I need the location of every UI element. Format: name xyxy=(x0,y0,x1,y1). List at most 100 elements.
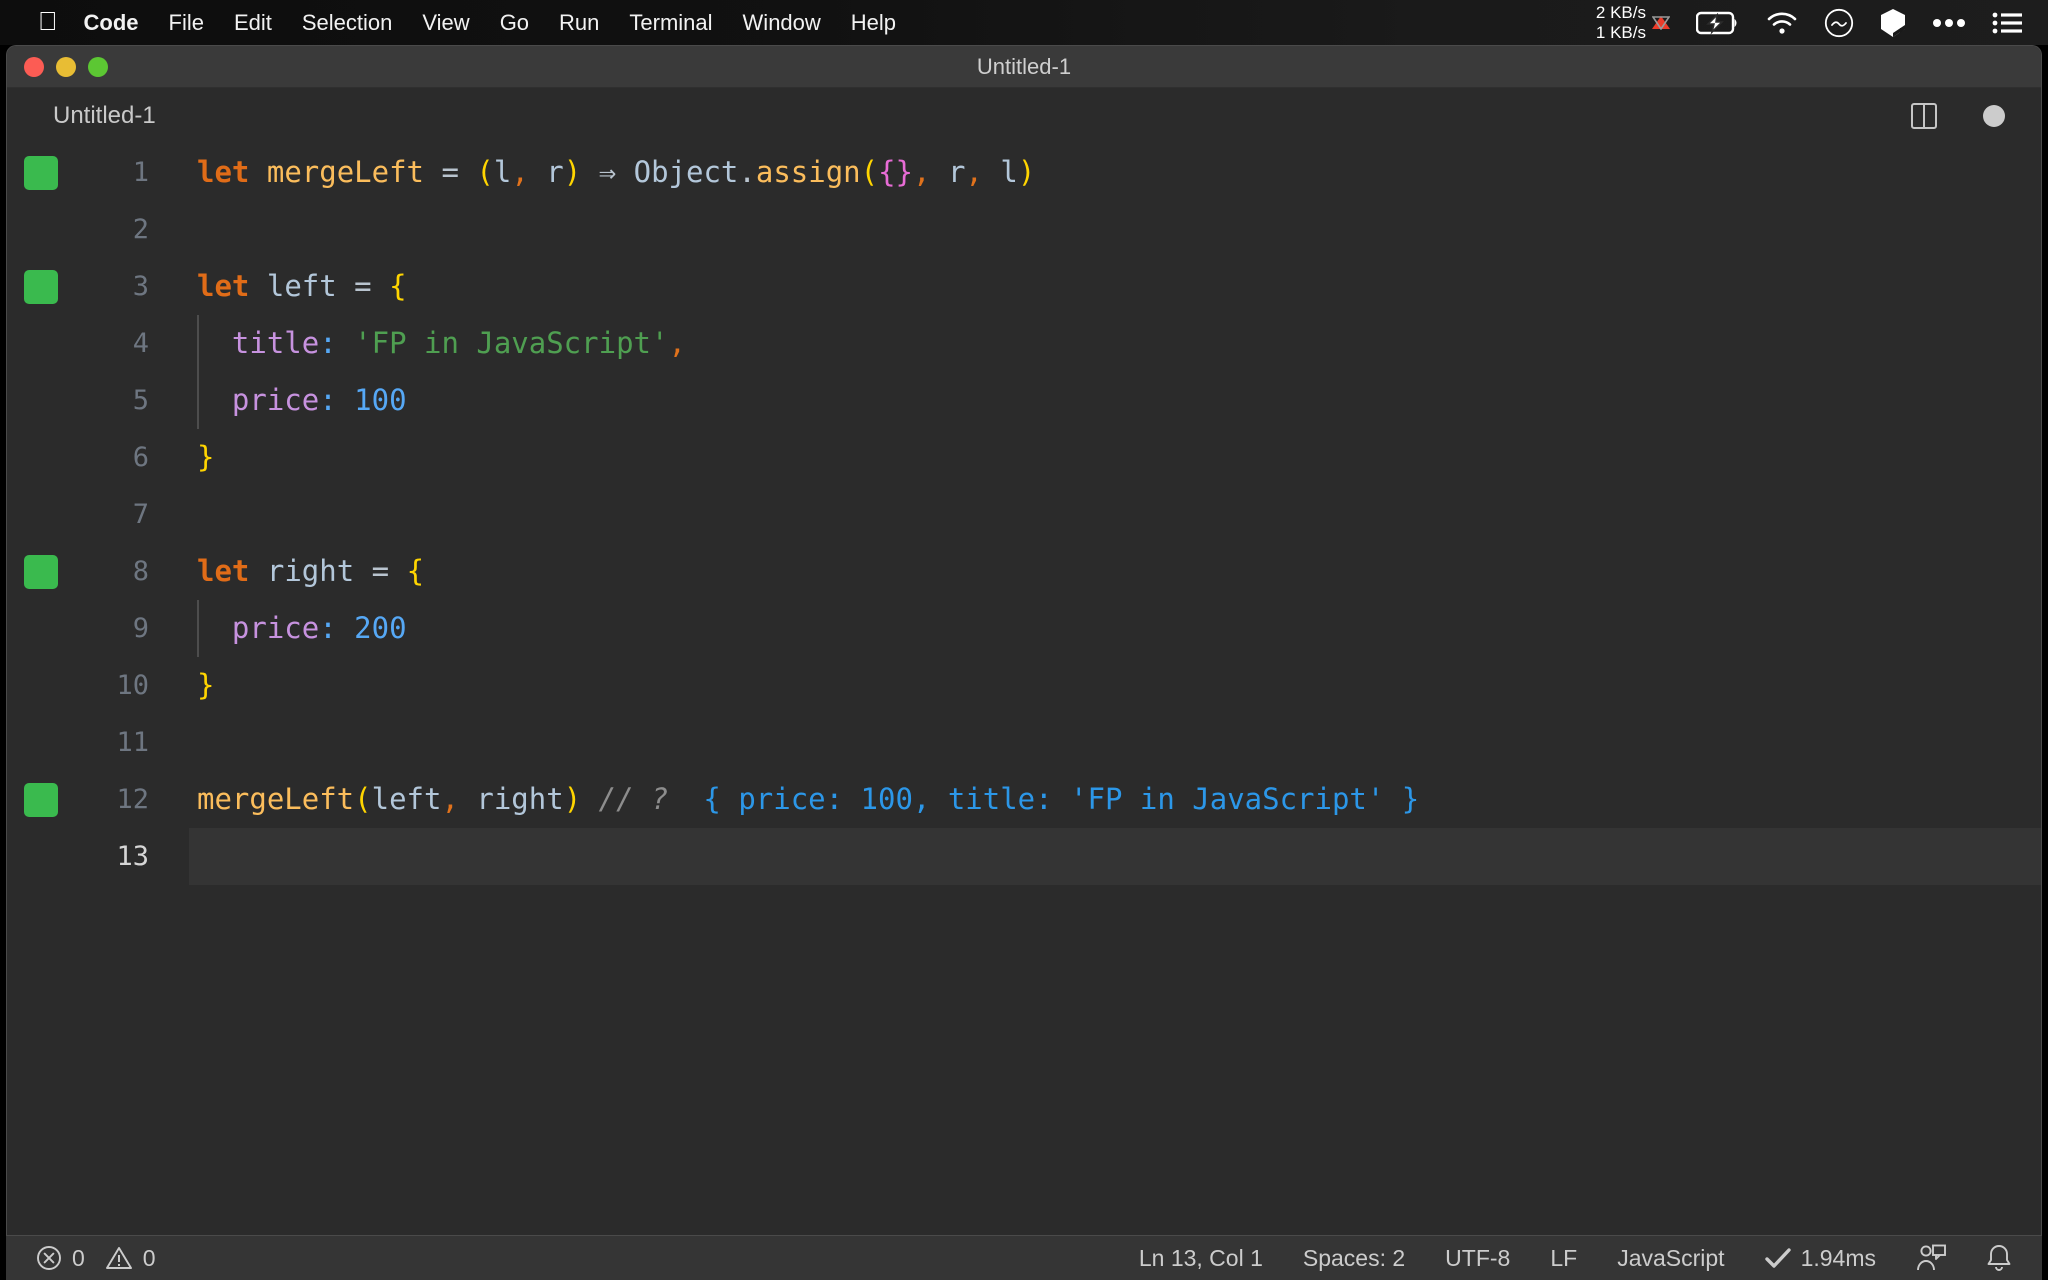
line-code: title: 'FP in JavaScript', xyxy=(197,315,686,372)
code-token: r xyxy=(947,155,966,189)
editor-line[interactable]: 10} xyxy=(7,657,2041,714)
split-editor-icon[interactable] xyxy=(1911,102,1937,129)
code-token: ⇒ xyxy=(598,155,617,189)
editor-line[interactable]: 11 xyxy=(7,714,2041,771)
unsaved-dot-icon[interactable] xyxy=(1983,104,2005,127)
editor-line[interactable]: 2 xyxy=(7,201,2041,258)
menu-item-view[interactable]: View xyxy=(422,10,469,36)
run-time-status[interactable]: 1.94ms xyxy=(1764,1245,1876,1272)
line-code: price: 100 xyxy=(197,372,407,429)
battery-charging-icon[interactable] xyxy=(1696,11,1740,35)
ellipsis-icon[interactable] xyxy=(1932,18,1966,28)
code-token: , xyxy=(668,326,686,360)
zoom-button[interactable] xyxy=(88,56,108,77)
code-token: r xyxy=(546,155,564,189)
code-token: 'FP in JavaScript' xyxy=(354,326,669,360)
cube-icon[interactable] xyxy=(1880,8,1906,38)
status-bar-right: Ln 13, Col 1 Spaces: 2 UTF-8 LF JavaScri… xyxy=(1139,1244,2012,1272)
menu-item-help[interactable]: Help xyxy=(851,10,896,36)
line-number: 2 xyxy=(132,214,149,245)
code-editor[interactable]: 1 let mergeLeft = (l, r) ⇒ Object.assign(… xyxy=(7,144,2041,1235)
control-center-list-icon[interactable] xyxy=(1992,12,2022,34)
line-code: mergeLeft(left, right) // ? { price: 100… xyxy=(197,771,1419,828)
code-token: price xyxy=(231,383,320,417)
vscode-window: Untitled-1 Untitled-1 1 let mergeLeft = (… xyxy=(6,45,2042,1280)
code-token: = xyxy=(371,554,390,588)
code-token: // ? xyxy=(598,782,669,816)
error-circle-icon xyxy=(36,1245,62,1271)
apple-logo-icon[interactable]:  xyxy=(38,8,58,34)
code-token: ( xyxy=(476,155,494,189)
bell-icon[interactable] xyxy=(1986,1244,2012,1272)
wifi-icon[interactable] xyxy=(1766,11,1798,35)
menu-item-edit[interactable]: Edit xyxy=(234,10,272,36)
menu-item-run[interactable]: Run xyxy=(559,10,599,36)
editor-line[interactable]: 5 price: 100 xyxy=(7,372,2041,429)
menubar-tray: 2 KB/s 1 KB/s xyxy=(1570,3,2022,43)
editor-actions xyxy=(1911,102,2005,129)
code-token: let xyxy=(197,155,250,189)
editor-tab-untitled-1[interactable]: Untitled-1 xyxy=(53,102,156,130)
code-token: , xyxy=(965,155,983,189)
editor-line[interactable]: 13 xyxy=(7,828,2041,885)
frown-circle-icon[interactable] xyxy=(1824,8,1854,38)
editor-line[interactable]: 12 mergeLeft(left, right) // ? { price: 1… xyxy=(7,771,2041,828)
close-button[interactable] xyxy=(24,56,44,77)
editor-line[interactable]: 4 title: 'FP in JavaScript', xyxy=(7,315,2041,372)
code-token: title xyxy=(231,326,320,360)
line-number: 13 xyxy=(116,841,149,872)
checkmark-icon xyxy=(1764,1247,1791,1269)
minimize-button[interactable] xyxy=(56,56,76,77)
line-number: 11 xyxy=(116,727,149,758)
editor-tab-row: Untitled-1 xyxy=(7,88,2041,143)
code-token: : xyxy=(319,383,337,417)
cursor-position[interactable]: Ln 13, Col 1 xyxy=(1139,1245,1263,1272)
code-token: right xyxy=(266,554,355,588)
menu-item-window[interactable]: Window xyxy=(743,10,821,36)
line-number: 8 xyxy=(132,556,149,587)
problems-status[interactable]: 0 0 xyxy=(36,1245,156,1272)
indentation-setting[interactable]: Spaces: 2 xyxy=(1303,1245,1405,1272)
code-token: mergeLeft xyxy=(197,782,355,816)
language-mode[interactable]: JavaScript xyxy=(1617,1245,1724,1272)
code-token: 100 xyxy=(354,383,407,417)
warning-count: 0 xyxy=(142,1244,156,1271)
code-token: l xyxy=(493,155,512,189)
menu-item-terminal[interactable]: Terminal xyxy=(629,10,712,36)
code-token: : xyxy=(319,326,337,360)
eol-setting[interactable]: LF xyxy=(1550,1245,1577,1272)
editor-line[interactable]: 6} xyxy=(7,429,2041,486)
code-token: left xyxy=(266,269,337,303)
editor-line[interactable]: 9 price: 200 xyxy=(7,600,2041,657)
network-arrows-icon xyxy=(1652,15,1670,30)
code-token: ) xyxy=(563,782,582,816)
menu-item-selection[interactable]: Selection xyxy=(302,10,393,36)
macos-menubar:  Code File Edit Selection View Go Run T… xyxy=(0,0,2048,45)
editor-line[interactable]: 3 let left = { xyxy=(7,258,2041,315)
line-number: 6 xyxy=(132,442,149,473)
line-number: 3 xyxy=(132,271,149,302)
warning-triangle-icon xyxy=(105,1245,133,1271)
menu-item-code[interactable]: Code xyxy=(84,10,139,36)
encoding-setting[interactable]: UTF-8 xyxy=(1445,1245,1510,1272)
window-titlebar: Untitled-1 xyxy=(7,46,2041,88)
live-share-icon[interactable] xyxy=(1916,1244,1946,1272)
menu-item-file[interactable]: File xyxy=(169,10,204,36)
active-line-highlight xyxy=(189,828,2041,885)
editor-line[interactable]: 8 let right = { xyxy=(7,543,2041,600)
code-token: mergeLeft xyxy=(266,155,424,189)
editor-line[interactable]: 1 let mergeLeft = (l, r) ⇒ Object.assign(… xyxy=(7,144,2041,201)
network-speed-indicator[interactable]: 2 KB/s 1 KB/s xyxy=(1596,3,1670,43)
editor-line[interactable]: 7 xyxy=(7,486,2041,543)
menu-item-go[interactable]: Go xyxy=(500,10,529,36)
